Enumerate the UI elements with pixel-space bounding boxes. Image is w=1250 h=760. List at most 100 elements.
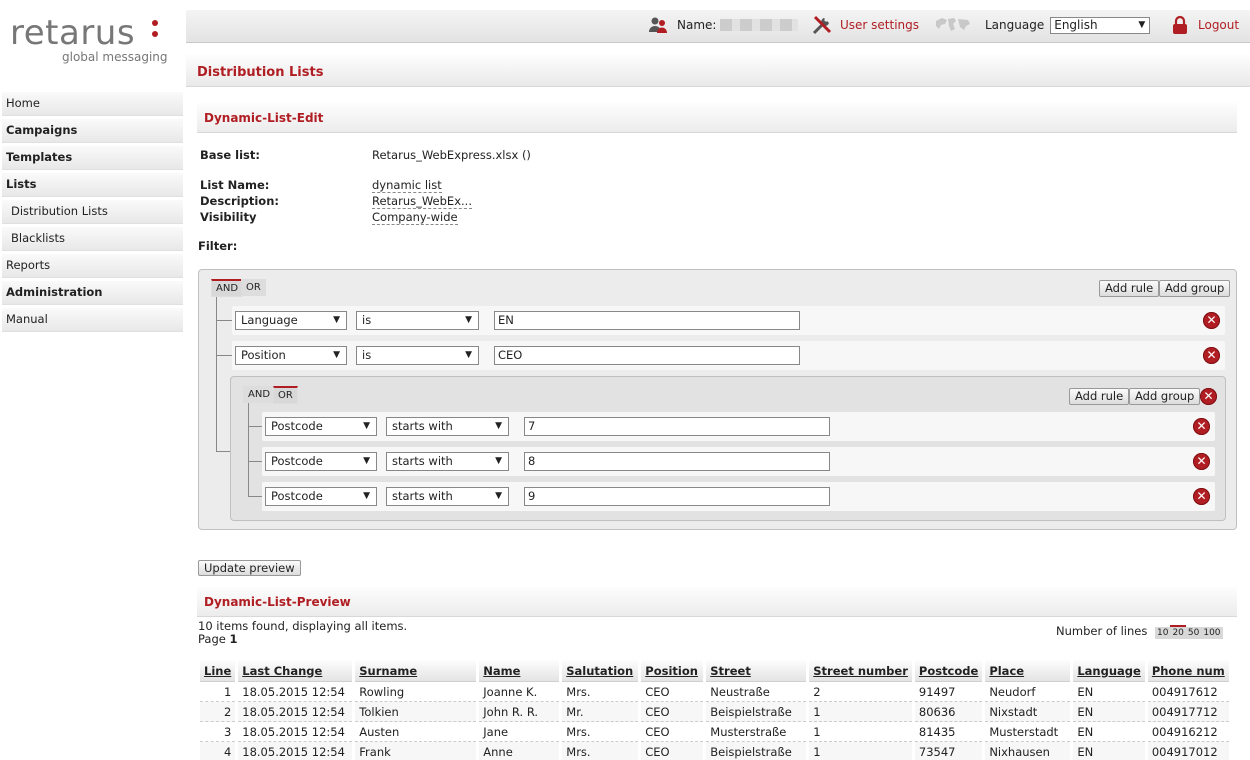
table-cell: John R. R. <box>479 702 560 722</box>
column-header[interactable]: Street number <box>809 660 912 682</box>
rule-value-input[interactable]: 8 <box>524 452 830 471</box>
root-add-rule-button[interactable]: Add rule <box>1099 280 1160 297</box>
rule-operator-select[interactable]: is ▼ <box>356 346 479 365</box>
sidebar-item-administration[interactable]: Administration <box>2 281 183 305</box>
table-cell: Neustraße <box>706 682 807 702</box>
tree-branch <box>248 496 262 497</box>
rule-operator-select[interactable]: starts with ▼ <box>386 417 509 436</box>
rule-operator-select[interactable]: is ▼ <box>356 311 479 330</box>
page-number[interactable]: 1 <box>230 632 238 646</box>
root-and-toggle[interactable]: AND <box>211 279 244 297</box>
rule-field-select[interactable]: Language ▼ <box>235 311 347 330</box>
rule-operator-value: starts with <box>392 489 453 503</box>
rule-field-value: Language <box>241 313 298 327</box>
delete-rule-icon[interactable]: ✕ <box>1193 453 1210 470</box>
column-header[interactable]: Place <box>985 660 1071 682</box>
table-row[interactable]: 3 18.05.2015 12:54 Austen Jane Mrs. CEO Muster… <box>200 722 1229 742</box>
filter-group: AND OR Add rule Add group ✕ Postcode ▼ sta… <box>230 376 1226 521</box>
list-name-value[interactable]: dynamic list <box>372 178 442 193</box>
column-header[interactable]: Last Change <box>238 660 353 682</box>
visibility-label: Visibility <box>200 210 257 224</box>
lines-option-10[interactable]: 10 <box>1155 627 1171 639</box>
column-header[interactable]: Position <box>641 660 704 682</box>
rule-value-input[interactable]: 9 <box>524 487 830 506</box>
filter-builder: AND OR Add rule Add group Language ▼ is ▼ EN… <box>198 269 1237 530</box>
update-preview-button[interactable]: Update preview <box>198 560 301 576</box>
sidebar-item-manual[interactable]: Manual <box>2 308 183 332</box>
rule-value-input[interactable]: 7 <box>524 417 830 436</box>
table-row[interactable]: 4 18.05.2015 12:54 Frank Anne Mrs. CEO Beispie… <box>200 742 1229 760</box>
world-map-icon <box>936 18 970 31</box>
rule-field-select[interactable]: Postcode ▼ <box>265 487 377 506</box>
rule-operator-select[interactable]: starts with ▼ <box>386 487 509 506</box>
base-list-value: Retarus_WebExpress.xlsx () <box>372 148 531 162</box>
delete-rule-icon[interactable]: ✕ <box>1203 312 1220 329</box>
rule-value-input[interactable]: CEO <box>494 346 800 365</box>
sidebar-item-lists[interactable]: Lists <box>2 173 183 197</box>
group-add-rule-button[interactable]: Add rule <box>1069 388 1130 405</box>
logo-wordmark: retarus <box>10 13 136 53</box>
rule-value-text: 8 <box>528 454 536 468</box>
column-header[interactable]: Street <box>706 660 807 682</box>
retarus-logo[interactable]: retarus global messaging <box>10 13 168 64</box>
chevron-down-icon: ▼ <box>333 350 340 360</box>
rule-value-input[interactable]: EN <box>494 311 800 330</box>
table-cell: 1 <box>809 722 912 742</box>
sidebar-item-templates[interactable]: Templates <box>2 146 183 170</box>
table-cell: 004917012 <box>1147 742 1229 760</box>
sidebar-item-campaigns[interactable]: Campaigns <box>2 119 183 143</box>
table-cell: 004916212 <box>1147 722 1229 742</box>
root-add-group-button[interactable]: Add group <box>1159 280 1231 297</box>
lines-option-20[interactable]: 20 <box>1170 625 1186 639</box>
table-cell: 81435 <box>914 722 983 742</box>
chevron-down-icon: ▼ <box>495 491 502 501</box>
sidebar-item-reports[interactable]: Reports <box>2 254 183 278</box>
rule-field-select[interactable]: Postcode ▼ <box>265 417 377 436</box>
delete-group-icon[interactable]: ✕ <box>1200 388 1217 405</box>
page-indicator: Page 1 <box>198 632 238 646</box>
description-value[interactable]: Retarus_WebEx... <box>372 194 472 209</box>
column-header[interactable]: Phone num <box>1147 660 1229 682</box>
column-header[interactable]: Language <box>1073 660 1145 682</box>
column-header[interactable]: Postcode <box>914 660 983 682</box>
table-row[interactable]: 2 18.05.2015 12:54 Tolkien John R. R. Mr. CEO… <box>200 702 1229 722</box>
rule-field-select[interactable]: Postcode ▼ <box>265 452 377 471</box>
sidebar-item-home[interactable]: Home <box>2 92 183 116</box>
table-row[interactable]: 1 18.05.2015 12:54 Rowling Joanne K. Mrs. CEO… <box>200 682 1229 702</box>
delete-rule-icon[interactable]: ✕ <box>1193 418 1210 435</box>
group-add-group-button[interactable]: Add group <box>1129 388 1201 405</box>
sidebar-item-blacklists[interactable]: Blacklists <box>2 227 183 251</box>
sidebar-nav: Home Campaigns Templates Lists Distribution … <box>2 92 183 335</box>
column-header[interactable]: Line <box>200 660 236 682</box>
logout-label: Logout <box>1198 18 1240 32</box>
table-cell: Mrs. <box>562 742 639 760</box>
list-name-label: List Name: <box>200 178 270 192</box>
lines-option-100[interactable]: 100 <box>1201 627 1223 639</box>
sidebar-item-distribution-lists[interactable]: Distribution Lists <box>2 200 183 224</box>
column-header[interactable]: Salutation <box>562 660 639 682</box>
logout-link[interactable]: Logout <box>1172 10 1239 40</box>
table-cell: 2 <box>200 702 236 722</box>
rule-operator-value: starts with <box>392 419 453 433</box>
group-and-toggle[interactable]: AND <box>243 386 276 403</box>
users-icon <box>649 17 667 33</box>
lines-option-50[interactable]: 50 <box>1185 627 1202 639</box>
table-cell: Jane <box>479 722 560 742</box>
language-select[interactable]: English ▼ <box>1050 16 1151 34</box>
top-bar: Name: User settings Language English ▼ L… <box>186 10 1250 43</box>
table-cell: Mrs. <box>562 722 639 742</box>
visibility-value[interactable]: Company-wide <box>372 210 458 225</box>
chevron-down-icon: ▼ <box>495 421 502 431</box>
group-or-toggle[interactable]: OR <box>273 386 298 404</box>
chevron-down-icon: ▼ <box>495 456 502 466</box>
column-header[interactable]: Surname <box>355 660 477 682</box>
delete-rule-icon[interactable]: ✕ <box>1193 488 1210 505</box>
delete-rule-icon[interactable]: ✕ <box>1203 347 1220 364</box>
user-settings-link[interactable]: User settings <box>811 10 919 40</box>
column-header[interactable]: Name <box>479 660 560 682</box>
base-list-label: Base list: <box>200 148 260 162</box>
rule-field-select[interactable]: Position ▼ <box>235 346 347 365</box>
table-cell: EN <box>1073 742 1145 760</box>
root-or-toggle[interactable]: OR <box>241 279 266 296</box>
rule-operator-select[interactable]: starts with ▼ <box>386 452 509 471</box>
